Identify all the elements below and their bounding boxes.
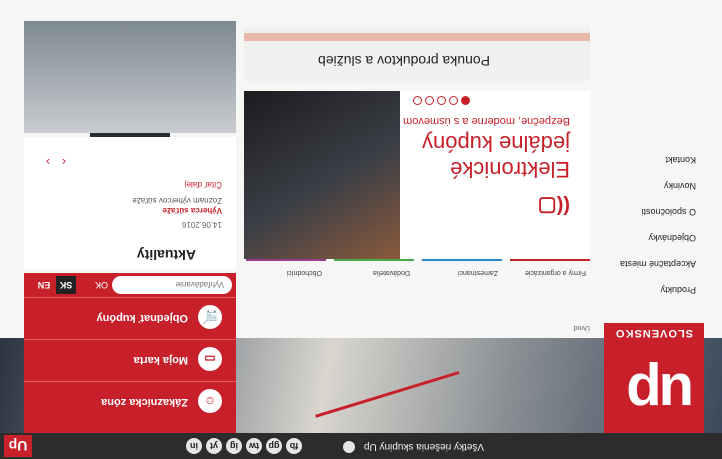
promo-banner[interactable]: ((▢ Elektronické jedálne kupóny Bezpečne… [90,91,590,259]
tab-employees[interactable]: Zamestnanci [422,258,502,294]
menu-label: Zákaznícka zóna [101,396,188,408]
slider-dot[interactable] [425,96,434,105]
news-summary: Zoznam výhercov súťaže [132,196,222,205]
card-icon: ▭ [198,347,222,371]
youtube-icon[interactable]: yt [206,438,222,454]
up-mini-logo[interactable]: Up [4,435,32,457]
tab-companies[interactable]: Firmy a organizácie [510,258,590,294]
sidebar-item-news[interactable]: Novinky [606,181,696,191]
brand-logo[interactable]: up SLOVENSKO [604,323,704,433]
banner-subtitle: Bezpečne, moderne a s úsmevom [403,115,570,127]
tab-merchants[interactable]: Obchodníci [246,258,326,294]
page-screenshot: Up Všetky riešenia skupiny Up in yt ig t… [0,0,722,459]
slider-dot[interactable] [413,96,422,105]
news-box: Aktuality 14.06.2016 Výherca súťaže Zozn… [24,137,236,269]
chevron-right-icon[interactable]: › [46,155,50,169]
chevron-left-icon[interactable]: ‹ [62,155,66,169]
news-title: Aktuality [136,247,196,263]
contactless-icon: ((▢ [537,195,570,217]
menu-customer-zone[interactable]: ☺ Zákaznícka zóna [24,381,236,421]
googleplus-icon[interactable]: gp [266,438,282,454]
all-solutions-label: Všetky riešenia skupiny Up [363,441,484,452]
linkedin-icon[interactable]: in [186,438,202,454]
sidebar-item-products[interactable]: Produkty [606,285,696,295]
quick-menu: 🛒 Objednať kupóny ▭ Moja karta ☺ Zákazní… [24,297,236,433]
slider-dot[interactable] [437,96,446,105]
logo-mark: up [629,361,694,426]
search-ok-button[interactable]: OK [88,276,108,294]
audience-tabs: Firmy a organizácie Zamestnanci Dodávate… [244,258,590,294]
slider-dots [410,91,470,109]
offer-title: Ponuka produktov a služieb [318,53,490,69]
sidebar-item-about[interactable]: O spoločnosti [606,207,696,217]
tab-suppliers[interactable]: Dodávatelia [334,258,414,294]
banner-title-line1: Elektronické [450,157,570,182]
menu-label: Objednať kupóny [96,312,188,324]
menu-label: Moja karta [133,354,188,366]
slider-dot[interactable] [461,96,470,105]
offer-section: Ponuka produktov a služieb [244,27,590,81]
news-headline[interactable]: Výherca súťaže [163,206,222,215]
banner-title-line2: jedálne kupóny [421,131,570,156]
facebook-icon[interactable]: fb [286,438,302,454]
menu-order-coupons[interactable]: 🛒 Objednať kupóny [24,297,236,337]
instagram-icon[interactable]: ig [226,438,242,454]
news-photo [24,21,236,133]
news-read-more-link[interactable]: Čítať ďalej [185,180,222,189]
menu-my-card[interactable]: ▭ Moja karta [24,339,236,379]
payment-terminal-photo [90,91,400,259]
sidebar-item-acceptance[interactable]: Akceptačné miesta [606,259,696,269]
search-input[interactable] [112,276,232,294]
slider-dot[interactable] [449,96,458,105]
offer-divider [244,33,590,41]
sidebar-nav: Produkty Akceptačné miesta Objednávky O … [604,124,704,309]
sidebar-item-contact[interactable]: Kontakt [606,155,696,165]
user-icon: ☺ [198,389,222,413]
news-date: 14.06.2016 [181,220,222,229]
breadcrumb[interactable]: Úvod [574,324,590,331]
lang-sk-button[interactable]: SK [56,276,76,294]
chevron-circle-icon [343,440,356,453]
sidebar-item-orders[interactable]: Objednávky [606,233,696,243]
twitter-icon[interactable]: tw [246,438,262,454]
cart-icon: 🛒 [198,305,222,329]
search-bar: OK SK EN [24,273,236,297]
top-bar: Up Všetky riešenia skupiny Up in yt ig t… [0,433,722,459]
all-solutions-link[interactable]: Všetky riešenia skupiny Up [343,438,484,454]
lang-en-button[interactable]: EN [34,276,54,294]
logo-country: SLOVENSKO [614,327,694,339]
